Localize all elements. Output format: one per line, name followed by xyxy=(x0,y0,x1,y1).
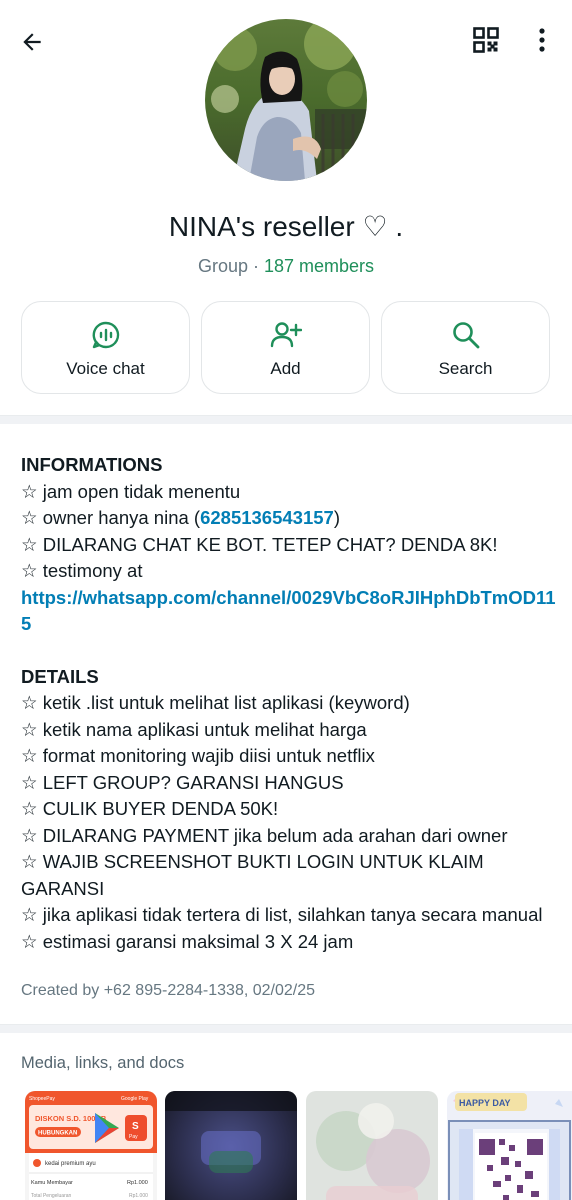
back-button[interactable] xyxy=(14,24,50,60)
detail-line: ☆ ketik nama aplikasi untuk melihat harg… xyxy=(21,718,367,740)
info-line: ☆ DILARANG CHAT KE BOT. TETEP CHAT? DEND… xyxy=(21,533,498,555)
svg-text:Rp1.000: Rp1.000 xyxy=(127,1180,148,1186)
more-options-button[interactable] xyxy=(524,22,560,58)
svg-text:Total Pengeluaran: Total Pengeluaran xyxy=(31,1193,72,1199)
group-description[interactable]: INFORMATIONS ☆ jam open tidak menentu ☆ … xyxy=(21,452,556,955)
owner-prefix: ☆ owner hanya nina ( xyxy=(21,507,201,528)
detail-line: ☆ LEFT GROUP? GARANSI HANGUS xyxy=(21,771,344,793)
qr-code-image-thumbnail: HAPPY DAY xyxy=(447,1091,572,1200)
voice-chat-icon xyxy=(92,321,119,349)
search-label: Search xyxy=(438,359,493,378)
testimony-channel-link[interactable]: https://whatsapp.com/channel/0029VbC8oRJ… xyxy=(21,585,556,638)
group-type-label: Group xyxy=(197,256,248,276)
svg-text:Pay: Pay xyxy=(129,1134,138,1140)
add-member-button[interactable]: Add xyxy=(201,301,370,394)
blurred-image-thumbnail xyxy=(306,1091,438,1200)
detail-line: ☆ DILARANG PAYMENT jika belum ada arahan… xyxy=(21,824,508,846)
media-thumbnail[interactable]: ShopeePay Google Play DISKON S.D. 100RB … xyxy=(25,1091,157,1200)
owner-suffix: ) xyxy=(333,507,341,528)
svg-text:S: S xyxy=(132,1121,139,1132)
action-buttons: Voice chat Add Search xyxy=(21,301,551,395)
voice-chat-button[interactable]: Voice chat xyxy=(21,301,190,394)
group-photo xyxy=(205,19,367,181)
more-vertical-icon xyxy=(539,28,545,52)
voice-chat-label: Voice chat xyxy=(66,359,145,378)
svg-text:Rp1.000: Rp1.000 xyxy=(129,1193,148,1199)
section-divider xyxy=(0,1024,572,1033)
detail-line: ☆ WAJIB SCREENSHOT BUKTI LOGIN UNTUK KLA… xyxy=(21,851,484,899)
media-thumbnail[interactable] xyxy=(165,1091,297,1200)
detail-line: ☆ CULIK BUYER DENDA 50K! xyxy=(21,798,279,819)
add-person-icon xyxy=(270,322,302,348)
info-line-owner: ☆ owner hanya nina (6285136543157) xyxy=(21,505,556,532)
group-avatar[interactable] xyxy=(205,19,367,181)
owner-phone-link[interactable]: 6285136543157 xyxy=(200,507,334,528)
info-heading: INFORMATIONS xyxy=(21,454,163,475)
info-line: ☆ testimony at xyxy=(21,560,143,581)
svg-text:Google Play: Google Play xyxy=(121,1096,149,1102)
members-count[interactable]: 187 members xyxy=(264,256,374,276)
search-button[interactable]: Search xyxy=(381,301,550,394)
created-by-text: Created by +62 895-2284-1338, 02/02/25 xyxy=(21,982,316,999)
group-name: NINA's reseller ♡ . xyxy=(168,211,404,242)
detail-line: ☆ ketik .list untuk melihat list aplikas… xyxy=(21,692,410,713)
payment-screenshot-thumbnail: ShopeePay Google Play DISKON S.D. 100RB … xyxy=(25,1091,157,1200)
svg-text:HAPPY DAY: HAPPY DAY xyxy=(459,1098,511,1108)
svg-text:kedai premium ayu: kedai premium ayu xyxy=(45,1161,96,1167)
qr-code-button[interactable] xyxy=(468,22,504,58)
subtitle-separator: · xyxy=(247,256,264,276)
svg-text:Kamu Membayar: Kamu Membayar xyxy=(31,1180,73,1186)
qr-code-icon xyxy=(473,27,499,53)
detail-line: ☆ estimasi garansi maksimal 3 X 24 jam xyxy=(21,930,354,952)
svg-text:HUBUNGKAN: HUBUNGKAN xyxy=(38,1131,77,1137)
details-heading: DETAILS xyxy=(21,665,99,687)
add-member-label: Add xyxy=(270,359,301,378)
arrow-left-icon xyxy=(23,33,41,51)
group-subtitle: Group · 187 members xyxy=(0,256,572,277)
media-thumbnail[interactable] xyxy=(306,1091,438,1200)
detail-line: ☆ jika aplikasi tidak tertera di list, s… xyxy=(21,904,543,925)
search-icon xyxy=(452,322,479,349)
media-section-title[interactable]: Media, links, and docs xyxy=(21,1054,184,1073)
info-line: ☆ jam open tidak menentu xyxy=(21,480,241,502)
svg-text:ShopeePay: ShopeePay xyxy=(29,1096,55,1102)
detail-line: ☆ format monitoring wajib diisi untuk ne… xyxy=(21,745,375,766)
blurred-video-thumbnail xyxy=(165,1091,297,1200)
media-thumbnail[interactable]: HAPPY DAY xyxy=(447,1091,572,1200)
section-divider xyxy=(0,415,572,424)
